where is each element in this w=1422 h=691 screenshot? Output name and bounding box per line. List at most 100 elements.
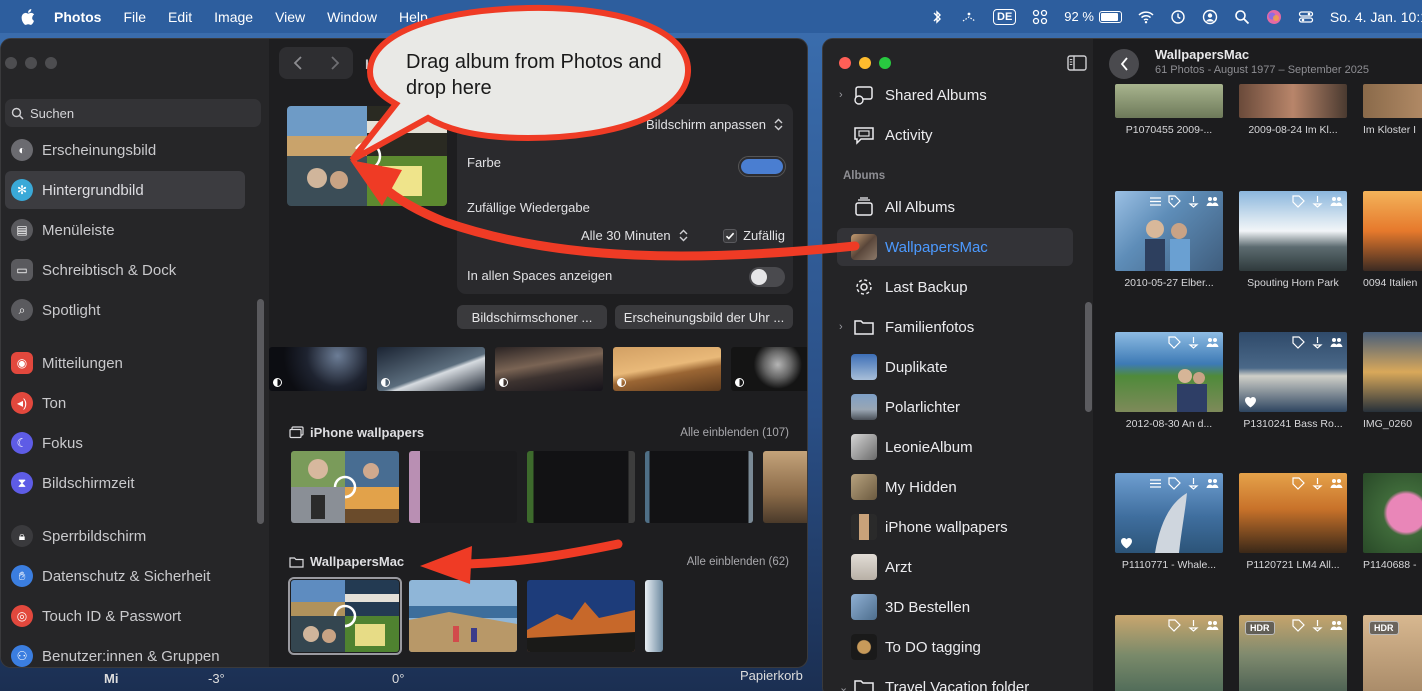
wallpaper-thumb[interactable] — [613, 347, 721, 391]
photo-tile[interactable]: 2009-08-24 Im Kl... — [1239, 84, 1347, 136]
screensaver-button[interactable]: Bildschirmschoner ... — [457, 305, 607, 329]
control-grid-icon[interactable] — [1032, 9, 1048, 25]
color-well[interactable] — [739, 157, 785, 176]
spotlight-search-icon[interactable] — [1234, 9, 1250, 25]
menu-view[interactable]: View — [275, 9, 305, 25]
photo-tile[interactable]: P1120721 LM4 All... — [1239, 473, 1347, 571]
close-button[interactable] — [839, 57, 851, 69]
sidebar-item-my-hidden[interactable]: My Hidden — [837, 468, 1073, 506]
sidebar-item-wallpapersmac[interactable]: WallpapersMac — [837, 228, 1073, 266]
photo-tile[interactable]: HDR — [1363, 615, 1422, 691]
photo-tile[interactable]: P1110771 - Whale... — [1115, 473, 1223, 571]
shuffle-interval-select[interactable]: Alle 30 Minuten — [581, 228, 688, 243]
photo-tile[interactable]: 0094 Italien — [1363, 191, 1422, 289]
menu-app-photos[interactable]: Photos — [54, 9, 101, 25]
user-account-icon[interactable] — [1202, 9, 1218, 25]
sidebar-item-travel-vacation-folder[interactable]: ⌄ Travel Vacation folder — [837, 668, 1073, 691]
wallpapersmac-show-all[interactable]: Alle einblenden (62) — [687, 556, 789, 568]
clock-appearance-button[interactable]: Erscheinungsbild der Uhr ... — [615, 305, 793, 329]
photo-tile[interactable]: Spouting Horn Park — [1239, 191, 1347, 289]
photo-tile[interactable]: P1310241 Bass Ro... — [1239, 332, 1347, 430]
sidebar-item-polarlichter[interactable]: Polarlichter — [837, 388, 1073, 426]
time-machine-icon[interactable] — [1170, 9, 1186, 25]
sidebar-item-duplikate[interactable]: Duplikate — [837, 348, 1073, 386]
fit-screen-select[interactable]: Bildschirm anpassen — [646, 117, 783, 132]
back-button[interactable] — [1109, 49, 1139, 79]
minimize-button[interactable] — [25, 57, 37, 69]
sidebar-item-screen-time[interactable]: ⧗ Bildschirmzeit — [5, 464, 245, 502]
siri-icon[interactable] — [1266, 9, 1282, 25]
back-button[interactable] — [279, 47, 316, 79]
sidebar-item-desktop-dock[interactable]: ▭ Schreibtisch & Dock — [5, 251, 245, 289]
close-button[interactable] — [5, 57, 17, 69]
menubar-clock[interactable]: So. 4. Jan. 10:1 — [1330, 9, 1422, 25]
zoom-button[interactable] — [879, 57, 891, 69]
display-arrangement-icon[interactable] — [961, 9, 977, 25]
photo-tile[interactable]: P1140688 - — [1363, 473, 1422, 571]
iphone-wallpaper-thumb[interactable] — [763, 451, 807, 523]
sidebar-scrollbar[interactable] — [257, 299, 264, 524]
wallpapersmac-thumb-selected[interactable] — [288, 577, 402, 655]
sidebar-item-last-backup[interactable]: Last Backup — [837, 268, 1073, 306]
sidebar-item-wallpaper[interactable]: ✻ Hintergrundbild — [5, 171, 245, 209]
photo-tile[interactable]: Im Kloster I — [1363, 84, 1422, 136]
sidebar-item-spotlight[interactable]: ⌕ Spotlight — [5, 291, 245, 329]
random-checkbox[interactable]: Zufällig — [723, 228, 785, 243]
photo-tile[interactable]: HDR — [1239, 615, 1347, 691]
bluetooth-icon[interactable] — [929, 9, 945, 25]
sidebar-item-iphone-wallpapers[interactable]: iPhone wallpapers — [837, 508, 1073, 546]
sidebar-item-3d-bestellen[interactable]: 3D Bestellen — [837, 588, 1073, 626]
control-center-icon[interactable] — [1298, 9, 1314, 25]
sidebar-item-menubar[interactable]: ▤ Menüleiste — [5, 211, 245, 249]
sidebar-item-touch-id[interactable]: ◎ Touch ID & Passwort — [5, 597, 245, 635]
minimize-button[interactable] — [859, 57, 871, 69]
menu-window[interactable]: Window — [327, 9, 377, 25]
sidebar-toggle-icon[interactable] — [1067, 55, 1087, 71]
iphone-wallpapers-show-all[interactable]: Alle einblenden (107) — [680, 427, 789, 439]
wallpapersmac-thumb[interactable] — [527, 580, 635, 652]
photo-tile[interactable]: P1070455 2009-... — [1115, 84, 1223, 136]
wallpaper-thumb[interactable] — [495, 347, 603, 391]
iphone-wallpaper-thumb[interactable] — [645, 451, 753, 523]
iphone-wallpaper-thumb[interactable] — [527, 451, 635, 523]
menu-image[interactable]: Image — [214, 9, 253, 25]
sidebar-scrollbar[interactable] — [1085, 302, 1092, 412]
sidebar-item-users[interactable]: ⚇ Benutzer:innen & Gruppen — [5, 637, 245, 667]
sidebar-item-activity[interactable]: Activity — [837, 116, 1073, 154]
iphone-wallpaper-thumb[interactable] — [409, 451, 517, 523]
apple-menu-icon[interactable] — [18, 8, 38, 25]
menu-edit[interactable]: Edit — [168, 9, 192, 25]
sidebar-item-shared-albums[interactable]: › Shared Albums — [837, 76, 1073, 114]
sidebar-item-focus[interactable]: ☾ Fokus — [5, 424, 245, 462]
menu-file[interactable]: File — [123, 9, 146, 25]
all-spaces-toggle[interactable] — [749, 267, 785, 287]
sidebar-item-sound[interactable]: ◂) Ton — [5, 384, 245, 422]
input-language-badge[interactable]: DE — [993, 8, 1017, 25]
settings-search-input[interactable]: Suchen — [5, 99, 261, 127]
sidebar-item-leoniealbum[interactable]: LeonieAlbum — [837, 428, 1073, 466]
battery-status[interactable]: 92 % — [1064, 9, 1122, 24]
wallpaper-thumb[interactable] — [731, 347, 807, 391]
photo-tile[interactable]: 2012-08-30 An d... — [1115, 332, 1223, 430]
sidebar-item-arzt[interactable]: Arzt — [837, 548, 1073, 586]
sidebar-item-familienfotos[interactable]: › Familienfotos — [837, 308, 1073, 346]
wallpapersmac-thumb[interactable] — [645, 580, 663, 652]
wallpaper-thumb[interactable] — [269, 347, 367, 391]
sidebar-item-to-do-tagging[interactable]: To DO tagging — [837, 628, 1073, 666]
photo-tile[interactable]: 2010-05-27 Elber... — [1115, 191, 1223, 289]
sidebar-item-notifications[interactable]: ◉ Mitteilungen — [5, 344, 245, 382]
iphone-wallpaper-thumb[interactable] — [291, 451, 399, 523]
current-wallpaper-preview[interactable] — [287, 106, 447, 206]
zoom-button[interactable] — [45, 57, 57, 69]
forward-button[interactable] — [316, 47, 353, 79]
photo-tile[interactable] — [1115, 615, 1223, 691]
wifi-icon[interactable] — [1138, 9, 1154, 25]
sidebar-item-lock-screen[interactable]: 🔒︎ Sperrbildschirm — [5, 517, 245, 555]
sidebar-item-appearance[interactable]: ◐ Erscheinungsbild — [5, 131, 245, 169]
wallpapersmac-thumb[interactable] — [409, 580, 517, 652]
menu-help[interactable]: Help — [399, 9, 428, 25]
photo-tile[interactable]: IMG_0260 — [1363, 332, 1422, 430]
sidebar-item-all-albums[interactable]: All Albums — [837, 188, 1073, 226]
wallpaper-thumb[interactable] — [377, 347, 485, 391]
sidebar-item-privacy[interactable]: ✋︎ Datenschutz & Sicherheit — [5, 557, 245, 595]
